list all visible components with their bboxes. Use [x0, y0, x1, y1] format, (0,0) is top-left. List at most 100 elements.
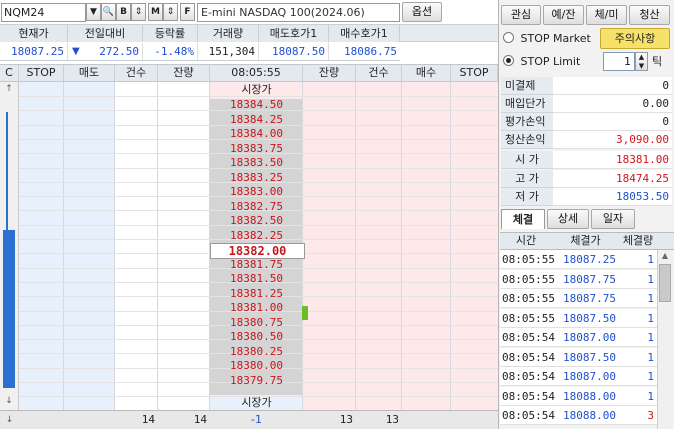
quote-header-change: 전일대비: [68, 25, 143, 42]
ladder-price[interactable]: 18383.50: [210, 156, 303, 170]
tab-fills[interactable]: 체결: [501, 209, 545, 229]
f-icon[interactable]: F: [180, 3, 195, 21]
updown-icon[interactable]: ⇕: [131, 3, 146, 21]
ladder-price[interactable]: 18381.00: [210, 301, 303, 315]
notice-button[interactable]: 주의사항: [600, 28, 670, 49]
tab-detail[interactable]: 상세: [547, 209, 589, 229]
symbol-code-box[interactable]: NQM24: [1, 3, 86, 22]
ladder-price[interactable]: 18381.50: [210, 272, 303, 286]
tick-qty: 1: [647, 292, 654, 305]
position-label: 미결제: [501, 77, 553, 95]
position-value: 0.00: [553, 95, 672, 113]
ladder-header-c[interactable]: C: [0, 65, 19, 81]
ticks-scroll-thumb[interactable]: [659, 264, 671, 302]
footer-buy-count: 13: [385, 413, 399, 426]
liquidate-button[interactable]: 청산: [629, 5, 670, 25]
tab-daily[interactable]: 일자: [591, 209, 635, 229]
tick-price: 18087.75: [563, 292, 616, 305]
balance-button[interactable]: 예/잔: [543, 5, 584, 25]
ladder-price[interactable]: 18381.25: [210, 287, 303, 301]
ladder-scrollbar[interactable]: ↑ ↓: [0, 82, 19, 410]
tick-row: 08:05:54 18087.00 1: [500, 367, 657, 386]
fills-button[interactable]: 체/미: [586, 5, 627, 25]
position-label: 평가손익: [501, 113, 553, 131]
ladder-price[interactable]: 18380.25: [210, 345, 303, 359]
ladder-price[interactable]: 18383.75: [210, 142, 303, 156]
stop-market-radio[interactable]: STOP Market: [503, 31, 595, 47]
down-arrow-icon: ▼: [72, 46, 80, 57]
ladder-price[interactable]: 18380.50: [210, 330, 303, 344]
tick-qty: 1: [647, 370, 654, 383]
b-icon[interactable]: B: [116, 3, 131, 21]
symbol-code: NQM24: [4, 6, 45, 19]
tick-price: 18087.50: [563, 350, 616, 364]
tick-qty: 1: [647, 311, 654, 325]
footer-sell-remain: 14: [193, 413, 207, 426]
tick-qty: 1: [647, 389, 654, 403]
ladder-price[interactable]: 18380.00: [210, 359, 303, 373]
symbol-name: E-mini NASDAQ 100(2024.06): [201, 6, 365, 19]
tick-value: 1: [624, 55, 631, 68]
ladder-price[interactable]: 18382.25: [210, 229, 303, 243]
search-icon[interactable]: 🔍: [101, 3, 116, 21]
footer-diff: -1: [251, 413, 262, 426]
ticks-scroll-up-icon[interactable]: ▲: [658, 250, 672, 262]
tick-row: 08:05:55 18087.25 1: [500, 250, 657, 269]
tick-row: 08:05:54 18088.00 3: [500, 406, 657, 425]
position-label: 매입단가: [501, 95, 553, 113]
tick-input[interactable]: 1: [603, 52, 635, 71]
tick-time: 08:05:54: [502, 331, 555, 344]
ladder-price[interactable]: 18384.25: [210, 113, 303, 127]
option-button[interactable]: 옵션: [402, 2, 442, 22]
market-label-top: 시장가: [241, 83, 272, 96]
ladder-price[interactable]: 18382.50: [210, 214, 303, 228]
tick-qty: 1: [647, 331, 654, 344]
ladder-price[interactable]: 18382.75: [210, 200, 303, 214]
ladder-price[interactable]: 18383.25: [210, 171, 303, 185]
market-order-bottom[interactable]: 시장가: [210, 396, 303, 410]
ladder-price[interactable]: 18383.00: [210, 185, 303, 199]
stop-limit-radio[interactable]: STOP Limit: [503, 54, 595, 70]
ladder-header-sell: 매도: [64, 65, 115, 81]
tick-price: 18087.00: [563, 370, 616, 383]
quote-values: 18087.25 ▼ 272.50 -1.48% 151,304 18087.5…: [0, 43, 400, 61]
ticks-scrollbar[interactable]: ▲: [657, 250, 672, 429]
ohl-label: 시 가: [501, 151, 553, 169]
ladder-price[interactable]: 18381.75: [210, 258, 303, 272]
tick-time: 08:05:54: [502, 409, 555, 422]
position-value: 3,090.00: [553, 131, 672, 149]
footer-sell-count: 14: [141, 413, 155, 426]
ticks-header-price: 체결가: [570, 234, 601, 247]
ladder-price[interactable]: 18379.75: [210, 374, 303, 388]
bid1-price: 18086.75: [344, 45, 397, 58]
option-label: 옵션: [411, 5, 433, 18]
tick-qty: 3: [647, 409, 654, 422]
ohl-value: 18381.00: [553, 151, 672, 169]
market-order-top[interactable]: 시장가: [210, 82, 303, 98]
ticks-header: 시간 체결가 체결량: [500, 232, 674, 250]
ladder-header-stop-sell: STOP: [19, 65, 64, 81]
tick-time: 08:05:54: [502, 389, 555, 403]
scroll-up-icon[interactable]: ↑: [2, 82, 16, 96]
dropdown-arrow-icon[interactable]: ▼: [86, 3, 101, 21]
footer-buy-remain: 13: [339, 413, 353, 426]
tick-time: 08:05:55: [502, 253, 555, 266]
ladder-price[interactable]: 18384.00: [210, 127, 303, 141]
tick-spinner-icon[interactable]: ▲ ▼: [635, 52, 648, 71]
scroll-down-icon[interactable]: ↓: [2, 394, 16, 408]
ladder-header: C STOP 매도 건수 잔량 08:05:55 잔량 건수 매수 STOP: [0, 64, 498, 82]
updown2-icon[interactable]: ⇕: [163, 3, 178, 21]
ladder-footer: ↓ 14 14 -1 13 13: [0, 410, 498, 429]
tick-price: 18088.00: [563, 409, 616, 422]
tick-time: 08:05:55: [502, 272, 555, 286]
ladder-price[interactable]: 18384.50: [210, 98, 303, 112]
tick-unit: 틱: [652, 55, 663, 68]
m-icon[interactable]: M: [148, 3, 163, 21]
watchlist-button[interactable]: 관심: [501, 5, 541, 25]
tick-row: 08:05:54 18088.00 1: [500, 386, 657, 406]
position-value: 0: [553, 77, 672, 95]
ladder-price[interactable]: 18380.75: [210, 316, 303, 330]
footer-down-icon[interactable]: ↓: [0, 411, 19, 429]
tick-row: 08:05:55 18087.50 1: [500, 308, 657, 328]
tick-time: 08:05:55: [502, 292, 555, 305]
